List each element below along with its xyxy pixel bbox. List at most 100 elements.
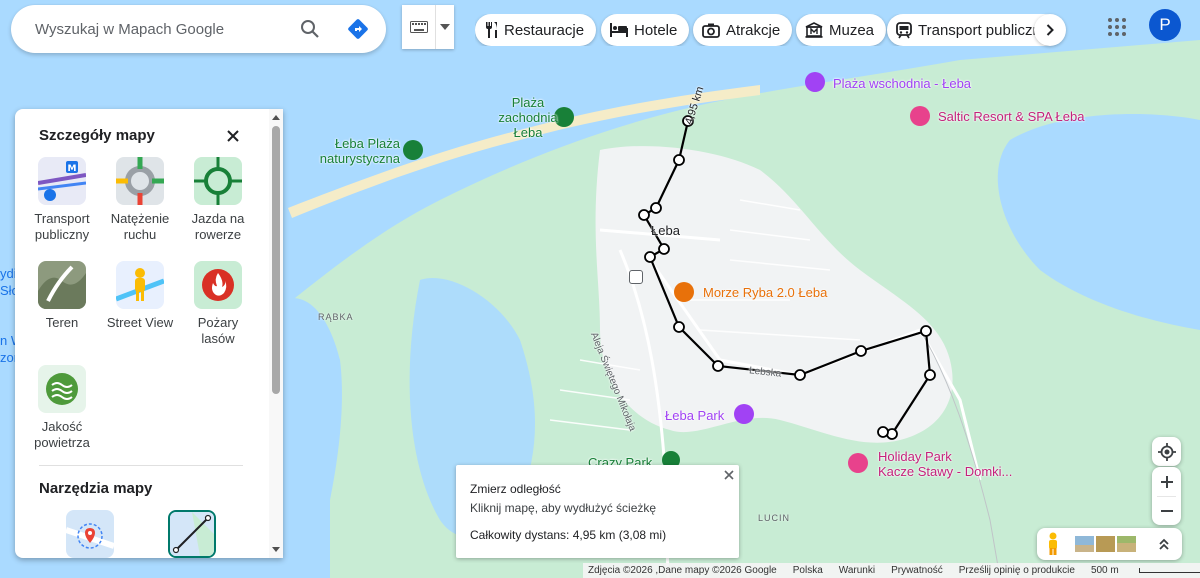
layer-transit[interactable]: M Transport publiczny xyxy=(25,157,99,243)
camera-icon xyxy=(702,23,720,38)
country-link[interactable]: Polska xyxy=(793,565,823,576)
map-label-leba-plaza[interactable]: Łeba Plaża naturystyczna xyxy=(300,136,400,166)
chips-next-button[interactable] xyxy=(1034,14,1066,46)
air-quality-layer-icon xyxy=(38,365,86,413)
hotel-marker-icon[interactable] xyxy=(910,106,930,126)
pegman-icon xyxy=(1049,532,1057,555)
apps-grid-icon xyxy=(1108,18,1126,36)
layer-biking[interactable]: Jazda na rowerze xyxy=(181,157,255,243)
search-icon[interactable] xyxy=(298,17,322,41)
scroll-thumb[interactable] xyxy=(272,126,280,394)
map-label-lucin: LUCIN xyxy=(758,513,791,523)
close-icon xyxy=(227,130,239,142)
google-apps-button[interactable] xyxy=(1104,14,1130,40)
layer-label: Jakość powietrza xyxy=(34,419,90,450)
chip-label: Transport publiczny xyxy=(918,21,1049,39)
map-label-plaza-wschodnia[interactable]: Plaża wschodnia - Łeba xyxy=(833,76,971,91)
panel-scrollbar[interactable] xyxy=(269,109,283,558)
zoom-controls xyxy=(1152,467,1181,525)
measure-distance-card: Zmierz odległość Kliknij mapę, aby wydłu… xyxy=(456,465,739,558)
search-input[interactable] xyxy=(35,20,295,38)
map-details-panel: Szczegóły mapy M Transport publiczny Nat… xyxy=(15,109,283,558)
search-box xyxy=(11,5,386,53)
chip-museums[interactable]: Muzea xyxy=(796,14,887,46)
measure-hint: Kliknij mapę, aby wydłużyć ścieżkę xyxy=(470,501,657,515)
expand-layers-button[interactable] xyxy=(1156,536,1172,552)
map-label-lebska: Łebska xyxy=(748,365,782,380)
map-label-morze-ryba[interactable]: Morze Ryba 2.0 Łeba xyxy=(703,285,827,300)
map-footer: Zdjęcia ©2026 ,Dane mapy ©2026 Google Po… xyxy=(583,563,1200,578)
my-location-icon xyxy=(1157,442,1176,461)
scale-bar xyxy=(1138,568,1200,573)
my-location-button[interactable] xyxy=(1152,437,1181,466)
keyboard-icon xyxy=(410,21,428,33)
feedback-link[interactable]: Prześlij opinię o produkcie xyxy=(959,565,1075,576)
imagery-thumbnails[interactable] xyxy=(1075,535,1137,553)
map-label-leba-park[interactable]: Łeba Park xyxy=(665,408,724,423)
minus-icon xyxy=(1160,509,1173,512)
measure-total-distance: Całkowity dystans: 4,95 km (3,08 mi) xyxy=(470,528,667,542)
transit-icon xyxy=(896,21,912,38)
bike-layer-icon xyxy=(194,157,242,205)
map-label-holiday-park[interactable]: Holiday Park Kacze Stawy - Domki... xyxy=(878,449,1012,479)
chip-attractions[interactable]: Atrakcje xyxy=(693,14,793,46)
copyright-text: Zdjęcia ©2026 ,Dane mapy ©2026 Google xyxy=(588,565,777,576)
panel-title: Szczegóły mapy xyxy=(39,127,155,144)
museum-marker-icon[interactable] xyxy=(805,72,825,92)
close-icon xyxy=(724,470,734,480)
pegman-button[interactable] xyxy=(1041,531,1065,557)
chip-restaurants[interactable]: Restauracje xyxy=(475,14,597,46)
account-avatar[interactable]: P xyxy=(1149,9,1181,41)
close-panel-button[interactable] xyxy=(221,124,245,148)
svg-text:M: M xyxy=(68,164,77,174)
input-tools-button[interactable] xyxy=(402,5,454,49)
chip-label: Atrakcje xyxy=(726,21,781,39)
layer-label: Jazda na rowerze xyxy=(191,211,245,242)
chip-hotels[interactable]: Hotele xyxy=(601,14,690,46)
transit-marker-icon[interactable] xyxy=(629,270,643,284)
privacy-link[interactable]: Prywatność xyxy=(891,565,943,576)
layer-label: Natężenie ruchu xyxy=(110,211,170,242)
amusement-marker-icon[interactable] xyxy=(734,404,754,424)
terms-link[interactable]: Warunki xyxy=(839,565,875,576)
map-label-saltic[interactable]: Saltic Resort & SPA Łeba xyxy=(938,109,1084,124)
layer-terrain[interactable]: Teren xyxy=(25,261,99,331)
chip-label: Hotele xyxy=(634,21,678,39)
imagery-preview-icon xyxy=(1075,536,1136,552)
double-chevron-up-icon xyxy=(1159,538,1169,550)
map-pin-tool-icon xyxy=(66,510,114,558)
scroll-down-icon[interactable] xyxy=(269,545,283,555)
measure-title: Zmierz odległość xyxy=(470,482,561,496)
restaurant-icon xyxy=(486,22,497,38)
layer-street-view[interactable]: Street View xyxy=(103,261,177,331)
layer-air-quality[interactable]: Jakość powietrza xyxy=(25,365,99,451)
tool-my-maps[interactable] xyxy=(66,510,114,558)
caret-down-icon[interactable] xyxy=(440,24,450,30)
map-label-plaza-zachodnia[interactable]: Plaża zachodnia Łeba xyxy=(478,95,578,140)
layer-label: Street View xyxy=(106,315,174,330)
scroll-up-icon[interactable] xyxy=(269,112,283,122)
layer-wildfires[interactable]: Pożary lasów xyxy=(181,261,255,347)
zoom-in-button[interactable] xyxy=(1152,467,1181,496)
scale-indicator[interactable]: 500 m xyxy=(1091,565,1200,576)
hotel-marker-icon[interactable] xyxy=(848,453,868,473)
tool-measure-distance[interactable] xyxy=(168,510,216,558)
measure-close-button[interactable] xyxy=(722,468,736,482)
street-view-layer-icon xyxy=(116,261,164,309)
transit-layer-icon: M xyxy=(38,157,86,205)
ruler-tool-icon xyxy=(170,512,214,556)
layer-traffic[interactable]: Natężenie ruchu xyxy=(103,157,177,243)
park-marker-icon[interactable] xyxy=(403,140,423,160)
scale-label: 500 m xyxy=(1090,565,1119,576)
layers-bar xyxy=(1037,528,1182,560)
terrain-layer-icon xyxy=(38,261,86,309)
restaurant-marker-icon[interactable] xyxy=(674,282,694,302)
category-chips: Restauracje Hotele Atrakcje Muzea Transp… xyxy=(475,14,1066,46)
chevron-right-icon xyxy=(1046,24,1054,36)
chip-label: Restauracje xyxy=(504,21,585,39)
wildfire-layer-icon xyxy=(194,261,242,309)
map-label-leba[interactable]: Łeba xyxy=(651,223,680,238)
directions-icon[interactable] xyxy=(346,17,370,41)
layer-label: Teren xyxy=(45,315,79,330)
zoom-out-button[interactable] xyxy=(1152,496,1181,525)
